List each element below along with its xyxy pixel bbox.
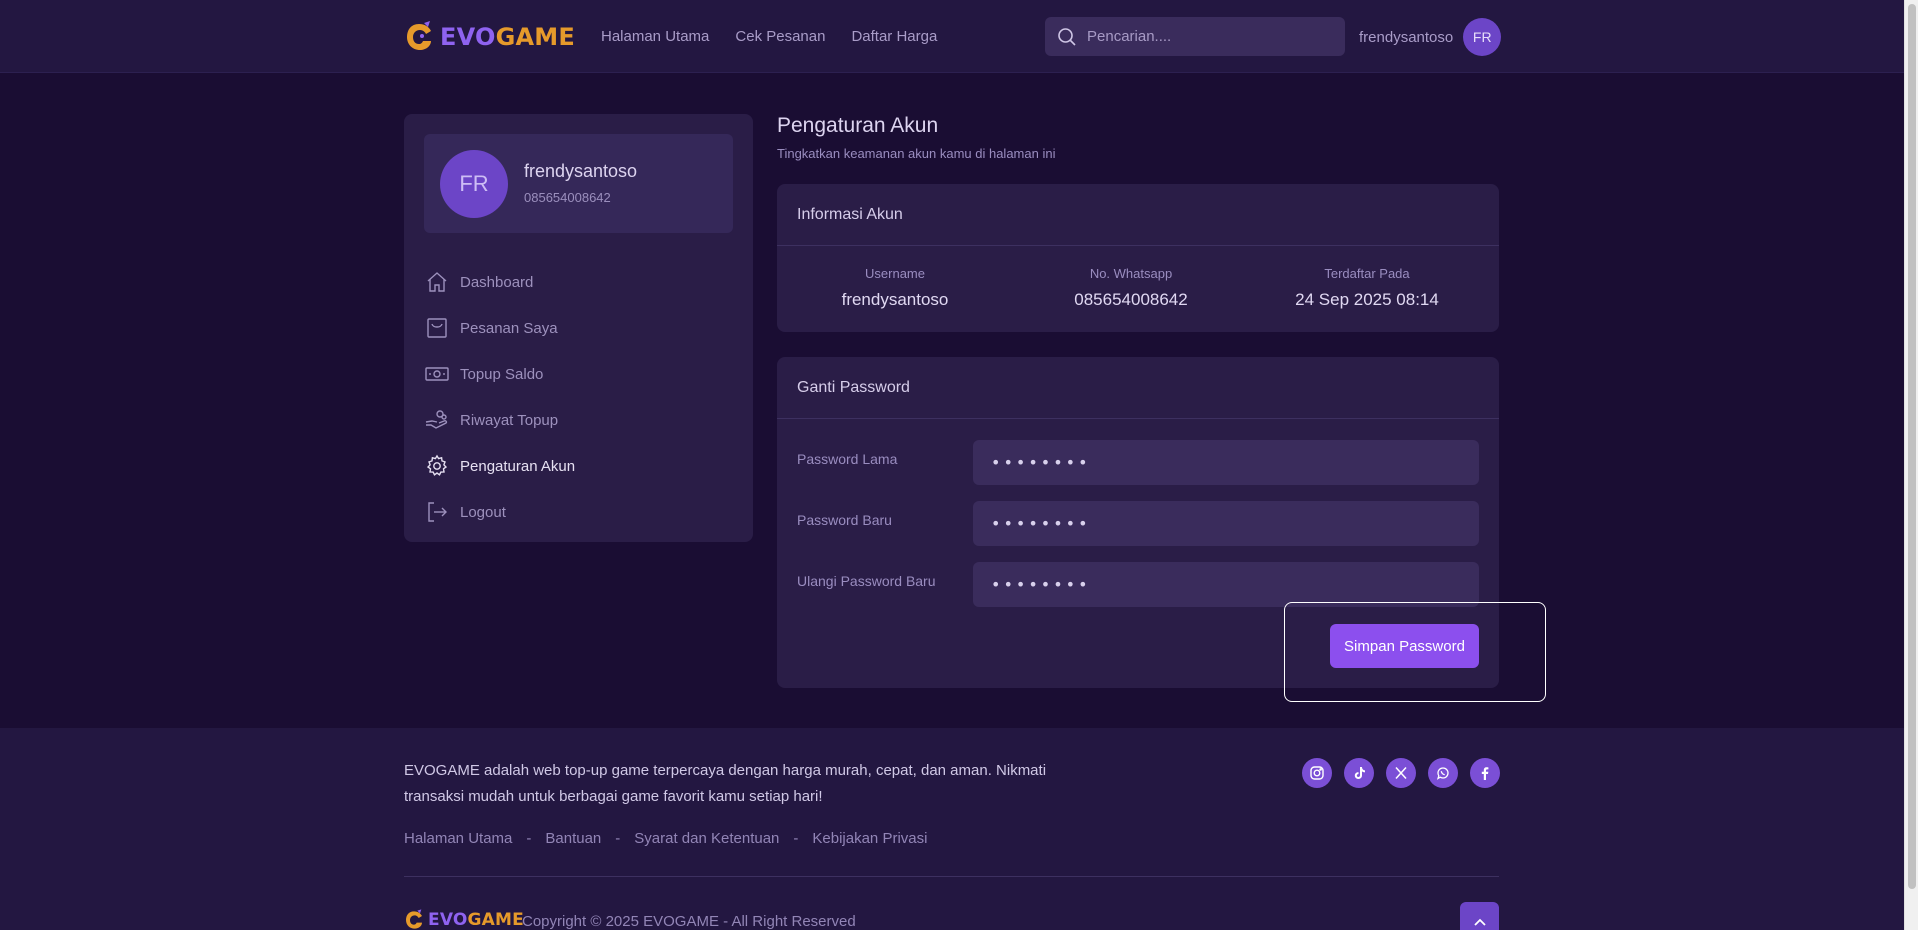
footer-link-help[interactable]: Bantuan	[545, 830, 601, 847]
footer: EVOGAME adalah web top-up game terpercay…	[0, 728, 1904, 930]
old-password-field[interactable]	[973, 440, 1479, 485]
facebook-icon[interactable]	[1470, 758, 1500, 788]
account-info-card: Informasi Akun Username frendysantoso No…	[777, 184, 1499, 332]
footer-link-separator: -	[793, 830, 799, 847]
user-menu[interactable]: frendysantoso FR	[1359, 18, 1502, 56]
sidebar-item-label: Topup Saldo	[460, 365, 544, 383]
x-icon[interactable]	[1386, 758, 1416, 788]
social-links	[1302, 758, 1500, 788]
sidebar-menu: Dashboard Pesanan Saya Topup Saldo Riway…	[424, 259, 575, 535]
sidebar-item-account-settings[interactable]: Pengaturan Akun	[424, 443, 575, 489]
new-password-row: Password Baru	[797, 501, 1479, 546]
home-icon	[424, 269, 450, 295]
sidebar-item-topup-history[interactable]: Riwayat Topup	[424, 397, 575, 443]
profile-name: frendysantoso	[524, 161, 638, 181]
brand-logo[interactable]: EVOGAME	[404, 20, 575, 54]
sidebar-item-orders[interactable]: Pesanan Saya	[424, 305, 575, 351]
scrollbar-thumb[interactable]	[1908, 4, 1916, 889]
footer-link-separator: -	[526, 830, 532, 847]
info-label: Username	[865, 266, 925, 281]
page-scrollbar[interactable]	[1904, 0, 1918, 930]
brand-evo: EVO	[428, 910, 468, 930]
footer-logo: EVOGAME	[404, 909, 524, 930]
brand-game: GAME	[467, 910, 524, 930]
profile-avatar: FR	[440, 150, 508, 218]
footer-description: EVOGAME adalah web top-up game terpercay…	[404, 762, 1047, 805]
bag-icon	[424, 315, 450, 341]
logout-icon	[424, 499, 450, 525]
page-subtitle: Tingkatkan keamanan akun kamu di halaman…	[777, 146, 1056, 161]
whatsapp-icon[interactable]	[1428, 758, 1458, 788]
nav-home[interactable]: Halaman Utama	[601, 28, 709, 45]
money-icon	[424, 361, 450, 387]
brand-game: GAME	[495, 23, 575, 51]
account-info-heading: Informasi Akun	[777, 184, 1499, 246]
instagram-icon[interactable]	[1302, 758, 1332, 788]
avatar[interactable]: FR	[1463, 18, 1502, 56]
chevron-up-icon	[1473, 918, 1486, 926]
search-input[interactable]	[1087, 28, 1327, 45]
main-nav: Halaman Utama Cek Pesanan Daftar Harga	[601, 28, 937, 45]
info-whatsapp: No. Whatsapp 085654008642	[1013, 266, 1249, 310]
sidebar-item-label: Logout	[460, 503, 506, 521]
sidebar-item-label: Dashboard	[460, 273, 534, 291]
confirm-password-field[interactable]	[973, 562, 1479, 607]
confirm-password-label: Ulangi Password Baru	[797, 573, 936, 589]
dragon-logo-icon	[407, 21, 431, 50]
info-value: 24 Sep 2025 08:14	[1295, 290, 1439, 309]
footer-link-home[interactable]: Halaman Utama	[404, 830, 512, 847]
info-username: Username frendysantoso	[777, 266, 1013, 310]
top-navbar: EVOGAME Halaman Utama Cek Pesanan Daftar…	[0, 0, 1904, 73]
scroll-to-top-button[interactable]	[1460, 902, 1499, 930]
search-icon	[1058, 27, 1076, 46]
change-password-heading: Ganti Password	[777, 357, 1499, 419]
info-value: 085654008642	[1074, 290, 1188, 309]
footer-divider	[404, 876, 1499, 877]
footer-links: Halaman Utama - Bantuan - Syarat dan Ket…	[404, 830, 927, 847]
info-label: No. Whatsapp	[1089, 266, 1173, 281]
tiktok-icon[interactable]	[1344, 758, 1374, 788]
old-password-label: Password Lama	[797, 451, 898, 467]
footer-link-privacy[interactable]: Kebijakan Privasi	[812, 830, 927, 847]
hand-coins-icon	[424, 407, 450, 433]
sidebar-item-dashboard[interactable]: Dashboard	[424, 259, 575, 305]
old-password-row: Password Lama	[797, 440, 1479, 485]
footer-link-terms[interactable]: Syarat dan Ketentuan	[634, 830, 779, 847]
brand-evo: EVO	[440, 23, 496, 51]
footer-link-separator: -	[615, 830, 621, 847]
sidebar-item-label: Pesanan Saya	[460, 319, 558, 337]
profile-phone: 085654008642	[524, 190, 611, 205]
info-registered: Terdaftar Pada 24 Sep 2025 08:14	[1249, 266, 1485, 310]
page-title: Pengaturan Akun	[777, 114, 939, 137]
nav-check-order[interactable]: Cek Pesanan	[735, 28, 825, 45]
account-sidebar: FR frendysantoso 085654008642 Dashboard …	[404, 114, 753, 542]
sidebar-item-label: Riwayat Topup	[460, 411, 559, 429]
info-value: frendysantoso	[841, 290, 949, 309]
sidebar-item-topup[interactable]: Topup Saldo	[424, 351, 575, 397]
nav-price-list[interactable]: Daftar Harga	[851, 28, 937, 45]
new-password-label: Password Baru	[797, 512, 892, 528]
sidebar-item-label: Pengaturan Akun	[460, 457, 576, 475]
sidebar-item-logout[interactable]: Logout	[424, 489, 575, 535]
header-username: frendysantoso	[1359, 28, 1454, 46]
confirm-password-row: Ulangi Password Baru	[797, 562, 1479, 607]
save-password-button[interactable]: Simpan Password	[1330, 624, 1479, 668]
new-password-field[interactable]	[973, 501, 1479, 546]
gear-icon	[424, 453, 450, 479]
dragon-logo-icon	[406, 909, 422, 929]
profile-card: FR frendysantoso 085654008642	[424, 134, 733, 233]
info-label: Terdaftar Pada	[1324, 266, 1410, 281]
copyright: Copyright © 2025 EVOGAME - All Right Res…	[522, 913, 856, 930]
search-box	[1045, 17, 1345, 56]
